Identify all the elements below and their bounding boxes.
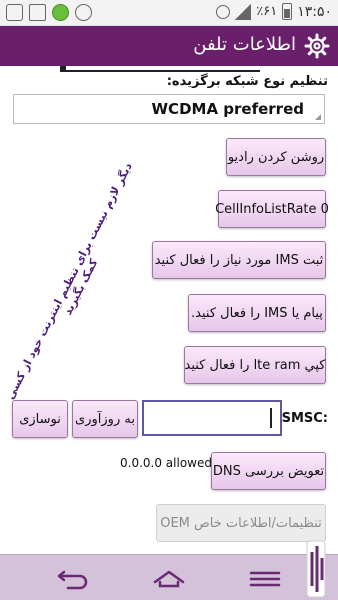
refresh-button[interactable]: نوسازی xyxy=(12,400,68,438)
scroll-grip-icon[interactable] xyxy=(306,540,326,598)
sms-over-ims-button[interactable]: پیام یا IMS را فعال کنید. xyxy=(188,294,326,332)
flash-app-icon xyxy=(52,4,69,21)
text-caret xyxy=(270,408,272,428)
lte-ram-button[interactable]: کپي lte ram را فعال کنيد xyxy=(184,346,326,384)
radio-power-button[interactable]: روشن کردن رادیو xyxy=(226,138,326,176)
back-icon[interactable] xyxy=(56,565,90,591)
status-bar: ٪۶۱ ۱۳:۵۰ xyxy=(0,0,338,26)
ims-registration-button[interactable]: ثبت IMS مورد نیاز را فعال کنید xyxy=(152,241,326,279)
dns-check-toggle-button[interactable]: تعویض بررسی DNS xyxy=(211,452,326,490)
navigation-bar xyxy=(0,554,338,600)
clock: ۱۳:۵۰ xyxy=(297,3,332,20)
page-title: اطلاعات تلفن xyxy=(193,34,296,55)
dns-status-text: 0.0.0.0 allowed xyxy=(120,456,212,470)
signal-icon xyxy=(235,3,252,20)
shield-icon xyxy=(75,4,92,21)
network-type-select[interactable]: WCDMA preferred xyxy=(13,94,325,124)
image-icon xyxy=(29,4,46,21)
smsc-input[interactable] xyxy=(142,400,282,436)
dropdown-indicator-icon xyxy=(315,114,321,120)
mute-icon xyxy=(216,4,231,19)
update-smsc-button[interactable]: به روزآوری xyxy=(72,400,138,438)
clipped-text-above xyxy=(60,66,260,72)
system-icons: ٪۶۱ ۱۳:۵۰ xyxy=(216,3,332,20)
gear-icon[interactable] xyxy=(304,33,330,59)
oem-settings-button: تنظیمات/اطلاعات خاص OEM xyxy=(156,504,326,542)
settings-content[interactable]: تنظیم نوع شبکه برگزیده: WCDMA preferred … xyxy=(0,66,338,554)
menu-icon[interactable] xyxy=(248,565,282,591)
home-icon[interactable] xyxy=(152,565,186,591)
battery-percent: ٪۶۱ xyxy=(256,4,278,19)
usb-icon xyxy=(6,4,23,21)
battery-icon xyxy=(282,3,293,20)
network-type-label: تنظیم نوع شبکه برگزیده: xyxy=(166,74,328,89)
promo-note: دیگر لازم نیست برای تنظیم اینترنت خود از… xyxy=(3,160,135,402)
cellinfo-rate-button[interactable]: CellInfoListRate 0 xyxy=(215,190,329,228)
app-bar: اطلاعات تلفن xyxy=(0,26,338,66)
notification-icons xyxy=(6,4,92,21)
network-type-value: WCDMA preferred xyxy=(151,100,304,118)
smsc-label: SMSC: xyxy=(281,411,328,426)
